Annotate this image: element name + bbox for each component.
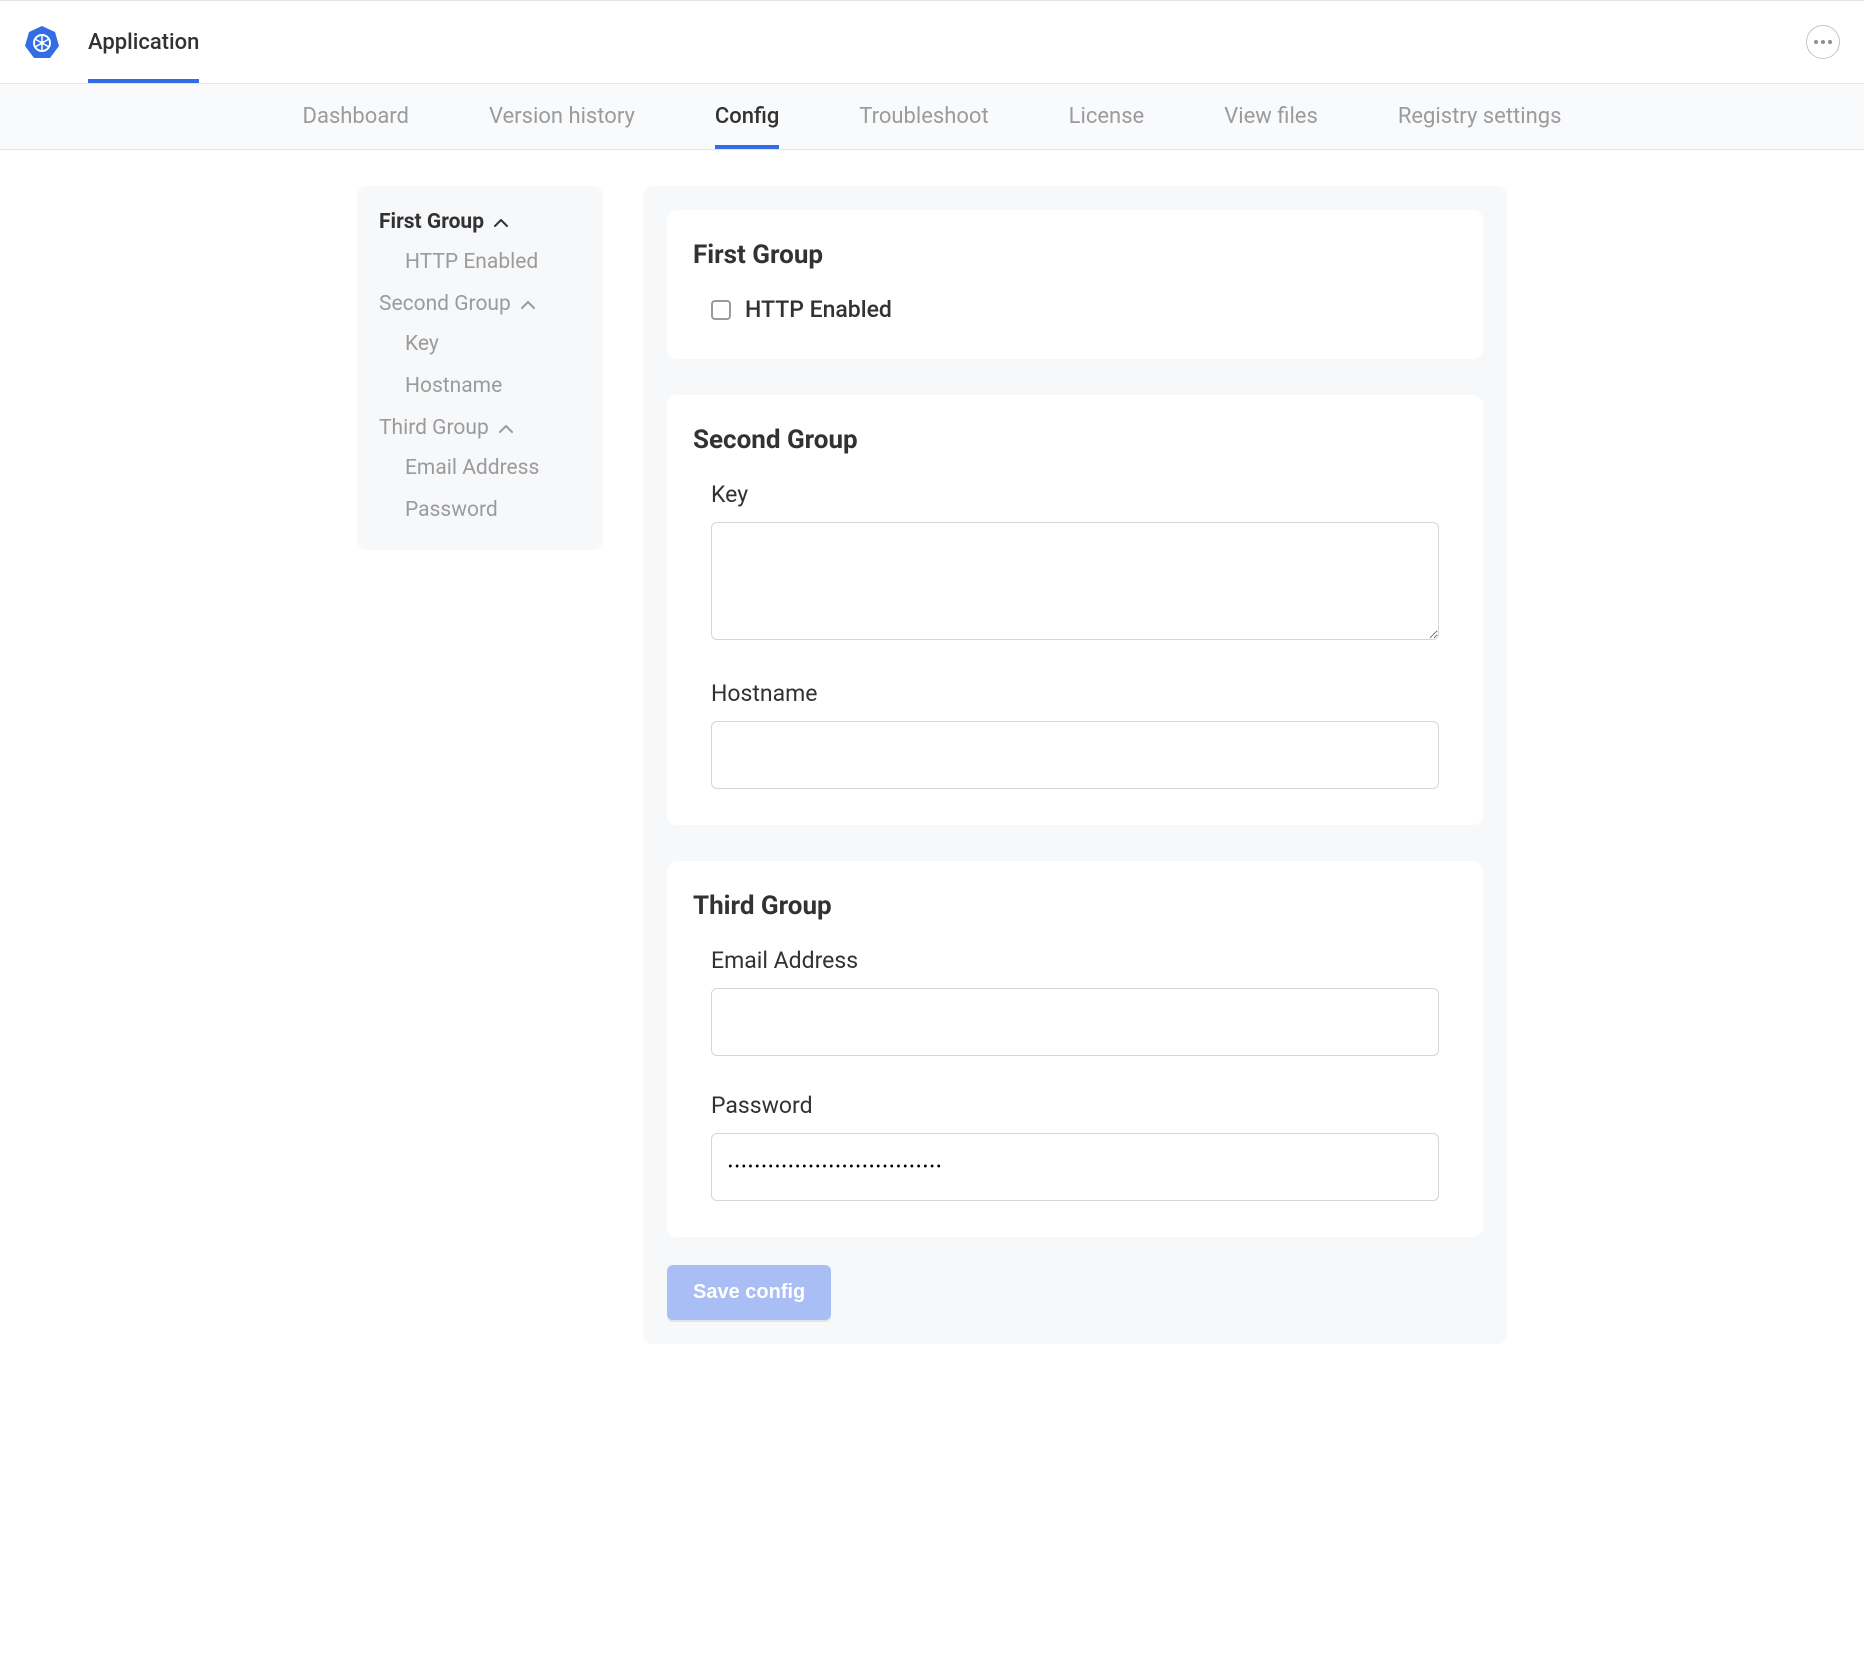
field-key: Key: [693, 481, 1457, 644]
http-enabled-checkbox[interactable]: [711, 300, 731, 320]
app-title[interactable]: Application: [88, 1, 199, 83]
config-content: First Group HTTP Enabled Second Group Ke…: [643, 186, 1507, 1344]
field-password: Password: [693, 1092, 1457, 1201]
sidebar-group-first[interactable]: First Group: [379, 210, 581, 234]
sidebar-item-hostname[interactable]: Hostname: [405, 374, 581, 398]
more-menu-button[interactable]: [1806, 25, 1840, 59]
tab-view-files[interactable]: View files: [1224, 84, 1318, 149]
card-third-group: Third Group Email Address Password: [667, 861, 1483, 1237]
dot-icon: [1828, 40, 1832, 44]
email-input[interactable]: [711, 988, 1439, 1056]
chevron-up-icon: [521, 297, 535, 311]
sidebar-item-email[interactable]: Email Address: [405, 456, 581, 480]
password-label: Password: [711, 1092, 1439, 1119]
sub-nav: Dashboard Version history Config Trouble…: [0, 84, 1864, 150]
hostname-label: Hostname: [711, 680, 1439, 707]
sidebar-group-second[interactable]: Second Group: [379, 292, 581, 316]
save-config-button[interactable]: Save config: [667, 1265, 831, 1320]
sidebar-group-label: Third Group: [379, 416, 489, 440]
tab-troubleshoot[interactable]: Troubleshoot: [859, 84, 988, 149]
sidebar-item-password[interactable]: Password: [405, 498, 581, 522]
top-header-left: Application: [24, 1, 199, 83]
app-logo-icon: [24, 24, 60, 60]
key-textarea[interactable]: [711, 522, 1439, 640]
main-wrap: First Group HTTP Enabled Second Group Ke…: [0, 150, 1864, 1384]
tab-registry-settings[interactable]: Registry settings: [1398, 84, 1562, 149]
sidebar-subitems-first: HTTP Enabled: [379, 250, 581, 274]
tab-license[interactable]: License: [1069, 84, 1145, 149]
sub-nav-inner: Dashboard Version history Config Trouble…: [303, 84, 1562, 149]
email-label: Email Address: [711, 947, 1439, 974]
dot-icon: [1821, 40, 1825, 44]
main-inner: First Group HTTP Enabled Second Group Ke…: [357, 186, 1507, 1344]
sidebar-item-key[interactable]: Key: [405, 332, 581, 356]
chevron-up-icon: [494, 215, 508, 229]
dot-icon: [1814, 40, 1818, 44]
tab-dashboard[interactable]: Dashboard: [303, 84, 409, 149]
field-email: Email Address: [693, 947, 1457, 1056]
sidebar-subitems-second: Key Hostname: [379, 332, 581, 398]
key-label: Key: [711, 481, 1439, 508]
card-second-group: Second Group Key Hostname: [667, 395, 1483, 825]
sidebar-subitems-third: Email Address Password: [379, 456, 581, 522]
password-input[interactable]: [711, 1133, 1439, 1201]
card-title: Third Group: [693, 891, 1457, 921]
sidebar-group-third[interactable]: Third Group: [379, 416, 581, 440]
http-enabled-row: HTTP Enabled: [693, 296, 1457, 323]
http-enabled-label: HTTP Enabled: [745, 296, 892, 323]
tab-config[interactable]: Config: [715, 84, 779, 149]
card-first-group: First Group HTTP Enabled: [667, 210, 1483, 359]
config-sidebar: First Group HTTP Enabled Second Group Ke…: [357, 186, 603, 550]
field-hostname: Hostname: [693, 680, 1457, 789]
chevron-up-icon: [499, 421, 513, 435]
card-title: First Group: [693, 240, 1457, 270]
card-title: Second Group: [693, 425, 1457, 455]
tab-version-history[interactable]: Version history: [489, 84, 635, 149]
sidebar-item-http-enabled[interactable]: HTTP Enabled: [405, 250, 581, 274]
hostname-input[interactable]: [711, 721, 1439, 789]
sidebar-group-label: First Group: [379, 210, 484, 234]
top-header: Application: [0, 0, 1864, 84]
sidebar-group-label: Second Group: [379, 292, 511, 316]
